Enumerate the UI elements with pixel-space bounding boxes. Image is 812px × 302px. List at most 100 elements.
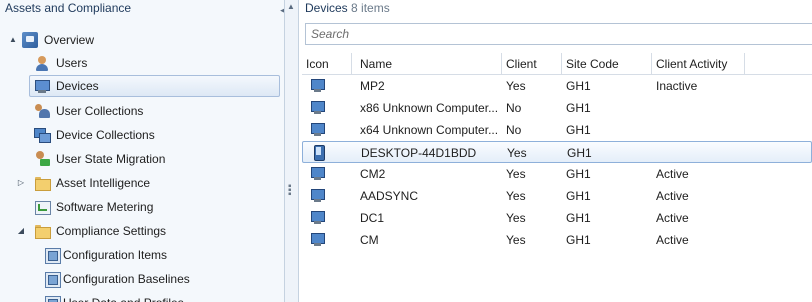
collapse-icon[interactable]: ◢: [16, 220, 26, 242]
tree-item-label: Devices: [56, 79, 99, 93]
device-icon: [34, 78, 50, 94]
client-activity-cell: [653, 142, 746, 162]
site-code-cell: GH1: [566, 167, 591, 181]
client-cell: Yes: [506, 233, 526, 247]
name-cell: AADSYNC: [360, 189, 419, 203]
column-header-client-activity[interactable]: Client Activity: [652, 53, 745, 74]
client-cell: Yes: [506, 167, 526, 181]
tree-item-overview[interactable]: ▲ Overview: [8, 29, 95, 51]
table-row[interactable]: DESKTOP-44D1BDD Yes GH1: [302, 141, 812, 163]
tree-item-label: User Collections: [56, 104, 144, 118]
pane-splitter[interactable]: ▲ ▪ ▪ ▪: [285, 0, 299, 302]
tree-item-devices[interactable]: Devices: [29, 75, 280, 97]
workspace-title: Assets and Compliance ◀: [0, 0, 284, 18]
column-header-client[interactable]: Client: [502, 53, 562, 74]
table-row[interactable]: MP2 Yes GH1 Inactive: [302, 75, 812, 97]
site-code-cell: GH1: [566, 123, 591, 137]
tree-item-software-metering[interactable]: Software Metering: [34, 196, 153, 218]
tree-item-compliance-settings[interactable]: ◢ Compliance Settings: [16, 220, 166, 242]
grid-header: Icon Name Client Site Code Client Activi…: [302, 53, 812, 75]
expand-icon[interactable]: ▷: [16, 172, 26, 194]
icon-cell: [302, 75, 352, 97]
client-cell: Yes: [506, 211, 526, 225]
name-cell: x64 Unknown Computer...: [360, 123, 499, 137]
tree-item-device-collections[interactable]: Device Collections: [34, 124, 155, 146]
user-data-profiles-icon: [44, 295, 61, 302]
tree-item-asset-intelligence[interactable]: ▷ Asset Intelligence: [16, 172, 150, 194]
table-row[interactable]: CM Yes GH1 Active: [302, 229, 812, 251]
name-cell: x86 Unknown Computer...: [360, 101, 499, 115]
tree-item-label: Users: [56, 56, 88, 70]
icon-cell: [302, 185, 352, 207]
view-header: Devices 8 items: [300, 0, 812, 18]
client-activity-cell: Inactive: [656, 79, 698, 93]
client-cell: Yes: [507, 146, 527, 160]
client-cell: Yes: [506, 189, 526, 203]
table-row[interactable]: AADSYNC Yes GH1 Active: [302, 185, 812, 207]
computer-icon: [310, 233, 326, 247]
name-cell: CM: [360, 233, 379, 247]
computer-icon: [310, 79, 326, 93]
client-cell: Yes: [506, 79, 526, 93]
overview-icon: [22, 32, 38, 48]
name-cell: CM2: [360, 167, 386, 181]
search-input[interactable]: Search: [305, 23, 812, 45]
site-code-cell: GH1: [566, 189, 591, 203]
tree-item-label: Configuration Items: [63, 248, 168, 262]
site-code-cell: GH1: [566, 101, 591, 115]
site-code-cell: GH1: [566, 79, 591, 93]
client-activity-cell: Active: [656, 211, 689, 225]
client-cell: No: [506, 101, 522, 115]
column-header-site-code[interactable]: Site Code: [562, 53, 652, 74]
grid-body: MP2 Yes GH1 Inactive x86 Unknown Computer...…: [302, 75, 812, 251]
column-header-name[interactable]: Name: [352, 53, 502, 74]
tree-item-label: Overview: [44, 33, 95, 47]
devices-view: Devices 8 items Search Icon Name Client …: [300, 0, 812, 302]
expand-collapse-icon[interactable]: ▲: [8, 29, 18, 51]
folder-icon: [34, 223, 51, 239]
icon-cell: [302, 229, 352, 251]
user-state-migration-icon: [34, 151, 50, 167]
tree-item-configuration-baselines[interactable]: Configuration Baselines: [44, 268, 190, 290]
tree-item-configuration-items[interactable]: Configuration Items: [44, 244, 167, 266]
client-activity-cell: [652, 119, 745, 141]
navigation-pane: Assets and Compliance ◀ ▲ Overview Users…: [0, 0, 285, 302]
name-cell: DESKTOP-44D1BDD: [361, 146, 477, 160]
client-activity-cell: [652, 97, 745, 119]
icon-cell: [302, 97, 352, 119]
folder-icon: [34, 175, 51, 191]
site-code-cell: GH1: [566, 211, 591, 225]
table-row[interactable]: DC1 Yes GH1 Active: [302, 207, 812, 229]
tree-item-users[interactable]: Users: [34, 52, 87, 74]
tree-item-label: Configuration Baselines: [63, 272, 190, 286]
view-title: Devices: [305, 1, 348, 15]
scroll-up-icon[interactable]: ▲: [287, 2, 295, 11]
table-row[interactable]: x86 Unknown Computer... No GH1: [302, 97, 812, 119]
tree-item-user-state-migration[interactable]: User State Migration: [34, 148, 165, 170]
column-header-spacer: [745, 53, 812, 74]
computer-icon: [310, 211, 326, 225]
tree-item-label: User State Migration: [56, 152, 166, 166]
tree-item-label: User Data and Profiles: [63, 292, 184, 302]
computer-icon: [310, 167, 326, 181]
client-activity-cell: Active: [656, 189, 689, 203]
splitter-grip-icon[interactable]: ▪ ▪ ▪: [288, 182, 296, 200]
name-cell: MP2: [360, 79, 385, 93]
column-header-icon[interactable]: Icon: [302, 53, 352, 74]
table-row[interactable]: CM2 Yes GH1 Active: [302, 163, 812, 185]
mobile-device-icon: [311, 145, 327, 161]
icon-cell: [303, 142, 353, 162]
tree-item-user-collections[interactable]: User Collections: [34, 100, 143, 122]
client-cell: No: [506, 123, 522, 137]
client-activity-cell: Active: [656, 233, 689, 247]
user-icon: [34, 55, 50, 71]
item-count: 8 items: [351, 1, 390, 15]
devices-grid: Icon Name Client Site Code Client Activi…: [302, 53, 812, 251]
icon-cell: [302, 163, 352, 185]
site-code-cell: GH1: [567, 146, 592, 160]
tree-item-user-data-profiles[interactable]: User Data and Profiles: [44, 292, 184, 302]
device-collection-icon: [34, 127, 51, 143]
name-cell: DC1: [360, 211, 385, 225]
computer-icon: [310, 101, 326, 115]
table-row[interactable]: x64 Unknown Computer... No GH1: [302, 119, 812, 141]
